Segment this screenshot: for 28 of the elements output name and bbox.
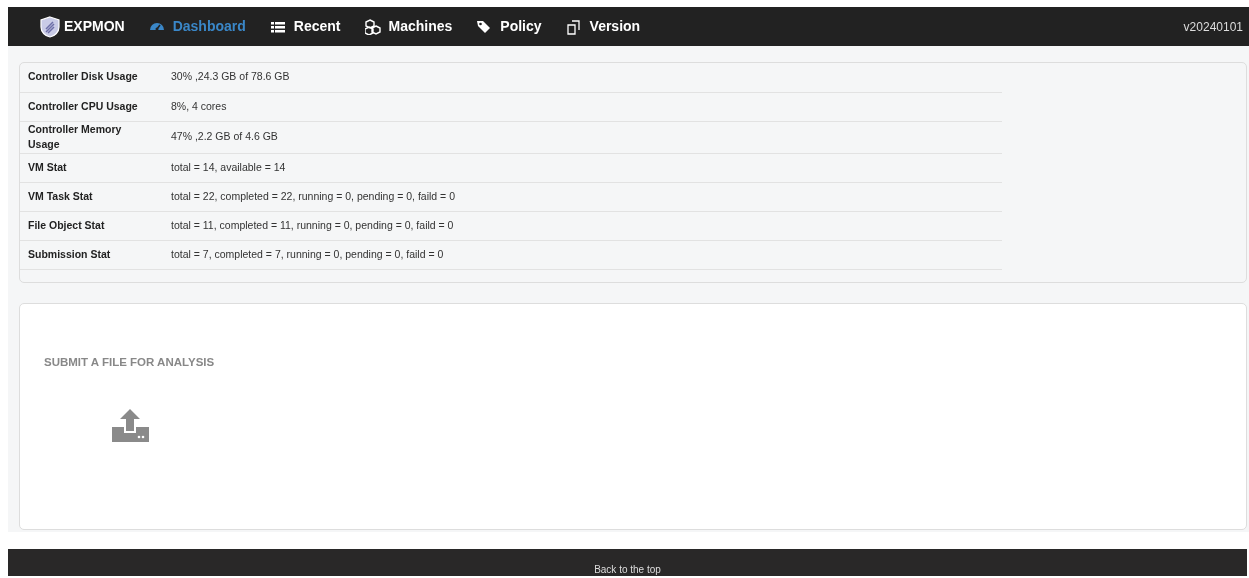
nav-link[interactable]: Recent bbox=[269, 16, 341, 37]
nav-link[interactable]: Dashboard bbox=[148, 16, 246, 37]
stat-value: 8%, 4 cores bbox=[163, 92, 1002, 121]
tags-icon bbox=[476, 18, 493, 35]
stat-value: total = 22, completed = 22, running = 0, pending = 0, faild = 0 bbox=[163, 182, 1002, 212]
brand-name[interactable]: EXPMON bbox=[64, 16, 125, 37]
cubes-icon bbox=[364, 18, 381, 35]
copy-icon bbox=[565, 18, 582, 35]
stat-label: Controller Memory Usage bbox=[20, 121, 163, 154]
stat-value: total = 14, available = 14 bbox=[163, 153, 1002, 183]
nav-link[interactable]: Machines bbox=[364, 16, 453, 37]
stat-label: Controller CPU Usage bbox=[20, 92, 163, 121]
stat-label: File Object Stat bbox=[20, 211, 163, 241]
stat-value: 30% ,24.3 GB of 78.6 GB bbox=[163, 63, 1002, 92]
back-to-top-link[interactable]: Back to the top bbox=[594, 565, 661, 576]
stat-label: VM Stat bbox=[20, 153, 163, 183]
stat-value: 47% ,2.2 GB of 4.6 GB bbox=[163, 121, 1002, 154]
stat-label: Submission Stat bbox=[20, 240, 163, 270]
shield-logo-icon bbox=[40, 15, 60, 38]
nav-link[interactable]: Policy bbox=[476, 16, 542, 37]
nav-link[interactable]: Version bbox=[565, 16, 641, 37]
stat-value: total = 7, completed = 7, running = 0, pending = 0, faild = 0 bbox=[163, 240, 1002, 270]
version-label: v20240101 bbox=[1183, 18, 1243, 36]
stat-label: Controller Disk Usage bbox=[20, 63, 163, 92]
submit-title: SUBMIT A FILE FOR ANALYSIS bbox=[44, 355, 216, 370]
stat-value: total = 11, completed = 11, running = 0, pending = 0, faild = 0 bbox=[163, 211, 1002, 241]
stat-label: VM Task Stat bbox=[20, 182, 163, 212]
upload-icon[interactable] bbox=[112, 409, 149, 444]
